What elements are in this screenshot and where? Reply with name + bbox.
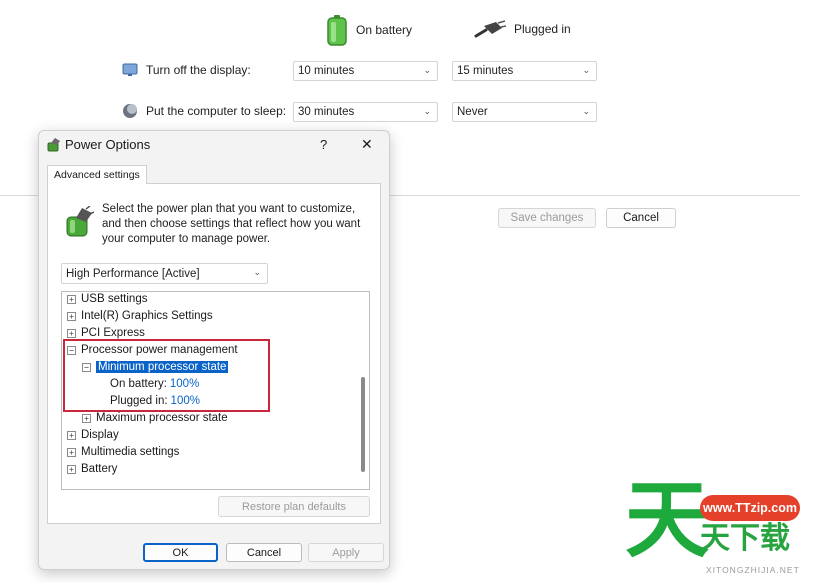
cancel-button[interactable]: Cancel: [226, 543, 302, 562]
power-plan-select[interactable]: High Performance [Active] ⌄: [61, 263, 268, 284]
select-value: 15 minutes: [457, 65, 514, 77]
watermark-pinyin: XITONGZHIJIA.NET: [706, 565, 800, 575]
power-options-icon: [47, 138, 60, 152]
restore-plan-defaults-button[interactable]: Restore plan defaults: [218, 496, 370, 517]
moon-sleep-icon: [123, 104, 137, 118]
dialog-title: Power Options: [65, 137, 151, 152]
chevron-down-icon: ⌄: [423, 106, 431, 116]
tree-item-label: Display: [81, 429, 119, 441]
plugged-in-header: Plugged in: [474, 20, 571, 38]
highlight-annotation-box: [63, 339, 270, 412]
chevron-down-icon: ⌄: [582, 106, 590, 116]
on-battery-label: On battery: [356, 23, 413, 37]
select-value: High Performance [Active]: [66, 267, 200, 280]
expand-icon[interactable]: +: [82, 413, 91, 423]
chevron-down-icon: ⌄: [423, 65, 431, 75]
tree-item-usb-settings[interactable]: + USB settings: [67, 293, 147, 305]
tree-item-label: Multimedia settings: [81, 446, 180, 458]
tree-item-label: PCI Express: [81, 327, 145, 339]
watermark-name: 天下载: [700, 521, 790, 556]
expand-icon[interactable]: +: [67, 430, 76, 440]
dialog-titlebar: Power Options ? ✕: [39, 131, 389, 159]
tree-item-intel-graphics[interactable]: + Intel(R) Graphics Settings: [67, 310, 213, 322]
tree-item-label: Battery: [81, 463, 118, 475]
power-plug-icon: [474, 20, 506, 38]
dialog-description: Select the power plan that you want to c…: [102, 203, 361, 245]
tree-item-pci-express[interactable]: + PCI Express: [67, 327, 145, 339]
chevron-down-icon: ⌄: [253, 267, 261, 277]
select-value: Never: [457, 106, 488, 118]
power-options-dialog: Power Options ? ✕ Advanced settings Sele…: [38, 130, 390, 570]
display-off-plugged-select[interactable]: 15 minutes ⌄: [452, 61, 597, 81]
sleep-plugged-select[interactable]: Never ⌄: [452, 102, 597, 122]
tab-advanced-settings[interactable]: Advanced settings: [47, 165, 147, 184]
tree-item-label: Maximum processor state: [96, 412, 228, 424]
sleep-row-label: Put the computer to sleep:: [122, 103, 286, 119]
expand-icon[interactable]: +: [67, 464, 76, 474]
battery-icon: [327, 15, 347, 46]
close-icon[interactable]: ✕: [361, 136, 373, 153]
expand-icon[interactable]: +: [67, 447, 76, 457]
ok-button[interactable]: OK: [143, 543, 218, 562]
display-off-row-label: Turn off the display:: [122, 62, 251, 78]
help-icon[interactable]: ?: [320, 137, 327, 152]
expand-icon[interactable]: +: [67, 311, 76, 321]
tree-item-display[interactable]: + Display: [67, 429, 119, 441]
tree-scrollbar[interactable]: [357, 292, 369, 489]
battery-plan-icon: [66, 206, 94, 237]
settings-tree: + USB settings + Intel(R) Graphics Setti…: [61, 291, 370, 490]
tree-item-multimedia[interactable]: + Multimedia settings: [67, 446, 179, 458]
plan-cancel-button[interactable]: Cancel: [606, 208, 676, 228]
tree-item-battery[interactable]: + Battery: [67, 463, 117, 475]
apply-button[interactable]: Apply: [308, 543, 384, 562]
sleep-battery-select[interactable]: 30 minutes ⌄: [293, 102, 438, 122]
chevron-down-icon: ⌄: [582, 65, 590, 75]
tree-item-max-processor-state[interactable]: + Maximum processor state: [82, 412, 228, 424]
watermark-url-badge: www.TTzip.com: [700, 495, 800, 521]
expand-icon[interactable]: +: [67, 294, 76, 304]
watermark-logo-char: 天: [625, 471, 710, 569]
tree-item-label: Intel(R) Graphics Settings: [81, 310, 213, 322]
select-value: 30 minutes: [298, 106, 355, 118]
advanced-settings-panel: Select the power plan that you want to c…: [47, 183, 381, 524]
plugged-in-label: Plugged in: [514, 22, 571, 36]
expand-icon[interactable]: +: [67, 328, 76, 338]
sleep-label: Put the computer to sleep:: [146, 104, 287, 118]
save-changes-button[interactable]: Save changes: [498, 208, 596, 228]
select-value: 10 minutes: [298, 65, 355, 77]
display-off-label: Turn off the display:: [146, 63, 251, 77]
monitor-icon: [122, 63, 138, 76]
on-battery-header: On battery: [326, 14, 412, 46]
tree-item-label: USB settings: [81, 293, 148, 305]
display-off-battery-select[interactable]: 10 minutes ⌄: [293, 61, 438, 81]
scrollbar-thumb[interactable]: [361, 377, 365, 472]
